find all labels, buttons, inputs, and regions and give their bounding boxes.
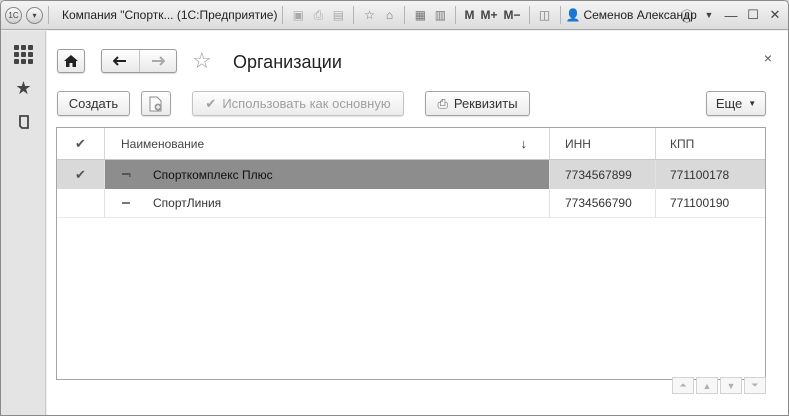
requisites-label: Реквизиты <box>453 96 518 111</box>
chevron-down-icon[interactable]: ▼ <box>700 6 718 24</box>
separator <box>282 6 284 24</box>
default-mark-cell <box>57 189 105 217</box>
kpp-cell: 771100178 <box>670 167 730 182</box>
navigation-buttons <box>101 49 177 73</box>
table-scroll-controls: ⏶ ▲ ▼ ⏷ <box>672 377 766 394</box>
scroll-to-top-icon[interactable]: ⏶ <box>672 377 694 394</box>
table-row[interactable]: ✔ Спорткомплекс Плюс 7734567899 77110017… <box>57 160 765 189</box>
create-button[interactable]: Создать <box>57 91 130 116</box>
apps-grid-icon[interactable] <box>1 37 46 71</box>
command-bar: Создать ✔ Использовать как основную ⎙ Ре… <box>57 91 766 117</box>
forward-button[interactable] <box>138 50 177 72</box>
separator <box>48 6 49 24</box>
inn-cell: 7734566790 <box>550 189 656 217</box>
more-label: Еще <box>715 96 743 111</box>
close-window-button[interactable]: ✕ <box>766 6 784 24</box>
calendar-icon[interactable]: ▥ <box>432 7 448 23</box>
dropdown-arrow-icon: ▼ <box>748 99 757 108</box>
memory-button[interactable]: M <box>464 8 474 22</box>
memory-plus-button[interactable]: M+ <box>480 8 497 22</box>
form-area: ☆ Организации × Создать ✔ Использовать к… <box>47 31 788 415</box>
name-cell: Спорткомплекс Плюс <box>105 160 550 189</box>
copy-button[interactable] <box>141 91 171 116</box>
arrow-left-icon <box>113 56 127 66</box>
separator <box>353 6 355 24</box>
use-as-default-label: Использовать как основную <box>222 96 391 111</box>
scroll-to-bottom-icon[interactable]: ⏷ <box>744 377 766 394</box>
history-icon[interactable] <box>1 105 46 139</box>
item-marker-icon <box>105 172 131 178</box>
more-menu-button[interactable]: Еще ▼ <box>706 91 766 116</box>
title-bar: 1С ▾ Компания "Спортк... (1С:Предприятие… <box>1 1 788 30</box>
checkmark-icon: ✔ <box>75 135 86 151</box>
requisites-button[interactable]: ⎙ Реквизиты <box>425 91 530 116</box>
sort-down-arrow-icon: ↓ <box>520 136 528 151</box>
separator <box>455 6 457 24</box>
table-header: ✔ Наименование ↓ ИНН КПП <box>57 128 765 160</box>
use-as-default-button[interactable]: ✔ Использовать как основную <box>192 91 404 116</box>
memory-minus-button[interactable]: M− <box>503 8 520 22</box>
main-menu-button[interactable]: ▾ <box>26 6 43 24</box>
column-header-label: Наименование <box>121 136 205 151</box>
organizations-table[interactable]: ✔ Наименование ↓ ИНН КПП ✔ Спорткомплекс <box>56 127 766 380</box>
item-marker-icon <box>105 200 131 206</box>
column-header-inn[interactable]: ИНН <box>550 128 656 159</box>
app-logo-icon[interactable]: 1С <box>5 6 22 24</box>
window-controls: ⓘ ▼ — ☐ ✕ <box>678 6 784 24</box>
inn-cell: 7734567899 <box>550 160 656 189</box>
scroll-down-icon[interactable]: ▼ <box>720 377 742 394</box>
back-button[interactable] <box>102 50 139 72</box>
panels-icon[interactable]: ◫ <box>537 7 553 23</box>
preview-icon[interactable]: ▤ <box>330 7 346 23</box>
maximize-button[interactable]: ☐ <box>744 6 762 24</box>
default-mark-cell: ✔ <box>57 160 105 189</box>
minimize-button[interactable]: — <box>722 6 740 24</box>
close-form-button[interactable]: × <box>764 50 772 66</box>
info-icon[interactable]: ⓘ <box>678 6 696 24</box>
column-header-kpp[interactable]: КПП <box>656 128 765 159</box>
name-cell: СпортЛиния <box>105 189 550 217</box>
home-icon <box>64 55 78 67</box>
checkmark-icon: ✔ <box>205 95 217 111</box>
home-page-icon[interactable]: ⌂ <box>381 7 397 23</box>
separator <box>528 6 530 24</box>
save-icon[interactable]: ▣ <box>290 7 306 23</box>
favorites-icon[interactable]: ☆ <box>361 7 377 23</box>
organization-name: СпортЛиния <box>153 196 222 210</box>
separator <box>404 6 406 24</box>
kpp-cell: 771100190 <box>670 196 730 210</box>
default-column-header[interactable]: ✔ <box>57 128 105 159</box>
default-checkmark-icon: ✔ <box>75 166 86 182</box>
printer-icon: ⎙ <box>437 95 448 111</box>
sections-panel: ★ <box>1 31 46 415</box>
page-title: Организации <box>233 52 342 72</box>
arrow-right-icon <box>151 56 165 66</box>
table-row[interactable]: СпортЛиния 7734566790 771100190 <box>57 189 765 218</box>
print-icon[interactable]: ⎙ <box>310 7 326 23</box>
separator <box>559 6 561 24</box>
favorites-star-icon[interactable]: ★ <box>1 71 46 105</box>
scroll-up-icon[interactable]: ▲ <box>696 377 718 394</box>
copy-document-icon <box>149 96 162 111</box>
home-button[interactable] <box>57 49 85 73</box>
calculator-icon[interactable]: ▦ <box>412 7 428 23</box>
column-header-name[interactable]: Наименование ↓ <box>105 128 550 159</box>
user-icon: 👤 <box>565 8 581 22</box>
window-title: Компания "Спортк... (1С:Предприятие) <box>62 8 278 22</box>
organization-name: Спорткомплекс Плюс <box>153 167 273 182</box>
add-to-favorites-star-icon[interactable]: ☆ <box>192 49 212 73</box>
app-window: 1С ▾ Компания "Спортк... (1С:Предприятие… <box>0 0 789 416</box>
